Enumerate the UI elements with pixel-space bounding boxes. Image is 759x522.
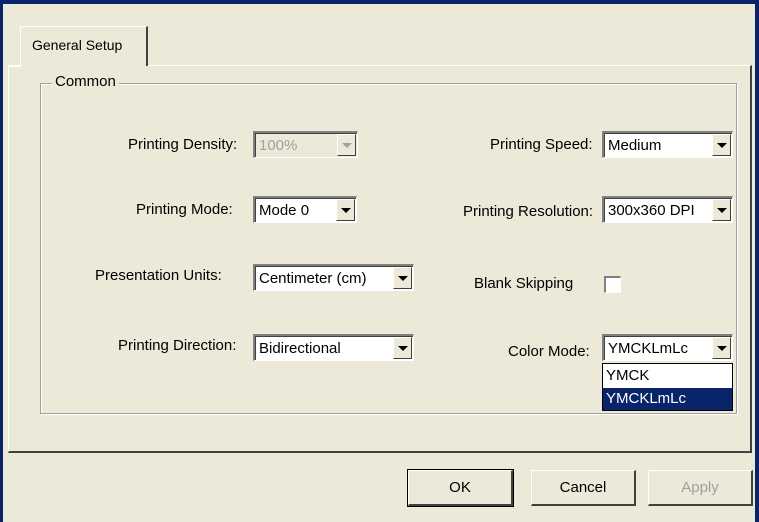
dropdown-option-ymcklmlc[interactable]: YMCKLmLc [603, 388, 732, 410]
blank-skipping-label: Blank Skipping [474, 275, 574, 292]
window-border [755, 0, 759, 522]
color-mode-select[interactable]: YMCKLmLc [602, 334, 733, 361]
presentation-units-value: Centimeter (cm) [259, 270, 367, 287]
blank-skipping-checkbox[interactable] [604, 276, 621, 293]
dropdown-button[interactable] [712, 199, 731, 221]
printing-direction-label: Printing Direction: [118, 337, 237, 354]
color-mode-value: YMCKLmLc [608, 340, 689, 357]
printing-resolution-select[interactable]: 300x360 DPI [602, 196, 733, 223]
chevron-down-icon [717, 346, 727, 351]
dropdown-button[interactable] [393, 337, 412, 359]
chevron-down-icon [398, 276, 408, 281]
dropdown-button[interactable] [712, 134, 731, 156]
presentation-units-label: Presentation Units: [95, 267, 222, 284]
printing-speed-value: Medium [608, 137, 662, 154]
printing-resolution-label: Printing Resolution: [463, 203, 594, 220]
color-mode-label: Color Mode: [508, 343, 590, 360]
chevron-down-icon [341, 208, 351, 213]
window-border [0, 0, 759, 4]
window-border [0, 0, 3, 522]
ok-button[interactable]: OK [407, 469, 514, 507]
color-mode-dropdown-list: YMCK YMCKLmLc [602, 363, 733, 411]
tab-edge [8, 66, 21, 67]
printing-density-label: Printing Density: [128, 136, 238, 153]
printing-mode-label: Printing Mode: [136, 201, 233, 218]
printing-resolution-value: 300x360 DPI [608, 202, 695, 219]
presentation-units-select[interactable]: Centimeter (cm) [253, 264, 414, 291]
dropdown-button[interactable] [336, 199, 355, 221]
dropdown-button[interactable] [712, 337, 731, 359]
cancel-button[interactable]: Cancel [531, 470, 636, 506]
printing-speed-label: Printing Speed: [490, 136, 593, 153]
dropdown-option-ymck[interactable]: YMCK [603, 365, 732, 387]
dropdown-button[interactable] [393, 267, 412, 289]
printing-mode-select[interactable]: Mode 0 [253, 196, 357, 223]
common-group-label: Common [52, 73, 119, 90]
printing-density-value: 100% [259, 137, 298, 154]
tab-general-setup[interactable]: General Setup [20, 26, 148, 66]
tab-label: General Setup [32, 37, 123, 53]
printing-speed-select[interactable]: Medium [602, 131, 733, 158]
apply-button: Apply [648, 470, 753, 506]
dropdown-button [337, 134, 356, 156]
printing-density-select: 100% [253, 131, 358, 158]
printing-mode-value: Mode 0 [259, 202, 310, 219]
printing-direction-value: Bidirectional [259, 340, 341, 357]
printing-direction-select[interactable]: Bidirectional [253, 334, 414, 361]
chevron-down-icon [342, 143, 352, 148]
chevron-down-icon [398, 346, 408, 351]
chevron-down-icon [717, 143, 727, 148]
chevron-down-icon [717, 208, 727, 213]
